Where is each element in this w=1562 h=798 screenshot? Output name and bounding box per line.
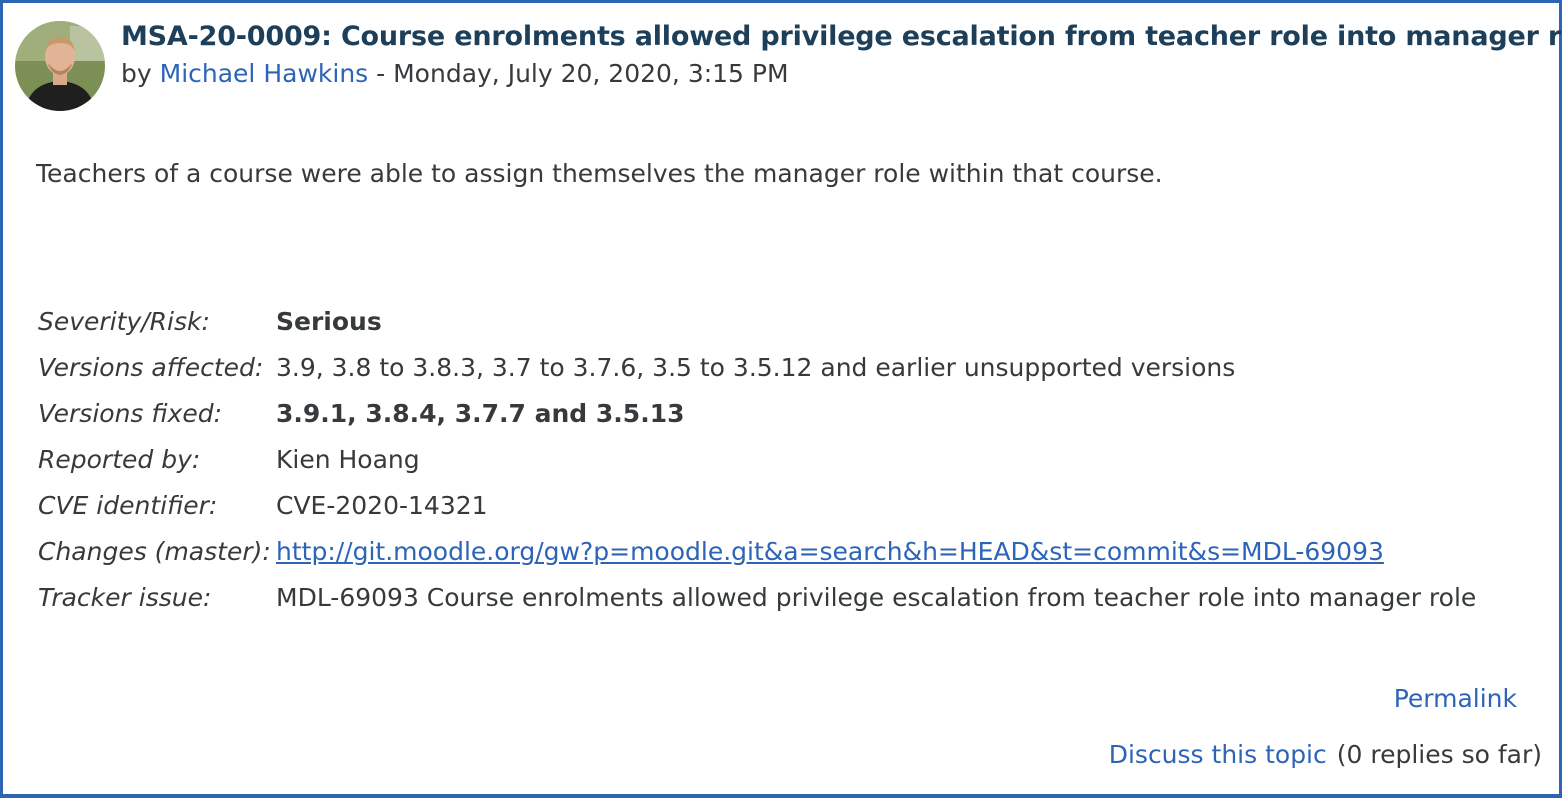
tracker-value: MDL-69093 Course enrolments allowed priv…: [276, 583, 1477, 612]
severity-label: Severity/Risk:: [38, 307, 210, 336]
versions-affected-label: Versions affected:: [38, 353, 264, 382]
discuss-topic-link[interactable]: Discuss this topic: [1109, 740, 1327, 769]
replies-count: (0 replies so far): [1336, 740, 1542, 769]
avatar[interactable]: [15, 21, 105, 111]
permalink-link[interactable]: Permalink: [1394, 684, 1517, 713]
forum-post: MSA-20-0009: Course enrolments allowed p…: [0, 0, 1562, 798]
changes-value: http://git.moodle.org/gw?p=moodle.git&a=…: [276, 537, 1384, 566]
severity-value: Serious: [276, 307, 382, 336]
tracker-label: Tracker issue:: [38, 583, 212, 612]
cve-value: CVE-2020-14321: [276, 491, 488, 520]
avatar-photo-icon: [15, 21, 105, 111]
versions-affected-value: 3.9, 3.8 to 3.8.3, 3.7 to 3.7.6, 3.5 to …: [276, 353, 1236, 382]
post-message: Teachers of a course were able to assign…: [36, 159, 1163, 188]
post-byline: by Michael Hawkins - Monday, July 20, 20…: [121, 59, 789, 88]
discuss-line: Discuss this topic (0 replies so far): [1109, 740, 1542, 769]
versions-fixed-value: 3.9.1, 3.8.4, 3.7.7 and 3.5.13: [276, 399, 685, 428]
date-separator: -: [368, 59, 394, 88]
author-link[interactable]: Michael Hawkins: [160, 59, 369, 88]
byline-prefix: by: [121, 59, 160, 88]
cve-label: CVE identifier:: [38, 491, 218, 520]
versions-fixed-label: Versions fixed:: [38, 399, 222, 428]
reported-by-label: Reported by:: [38, 445, 201, 474]
post-date: Monday, July 20, 2020, 3:15 PM: [393, 59, 789, 88]
post-subject: MSA-20-0009: Course enrolments allowed p…: [121, 21, 1562, 52]
changes-label: Changes (master):: [38, 537, 271, 566]
reported-by-value: Kien Hoang: [276, 445, 420, 474]
changes-link[interactable]: http://git.moodle.org/gw?p=moodle.git&a=…: [276, 537, 1384, 566]
